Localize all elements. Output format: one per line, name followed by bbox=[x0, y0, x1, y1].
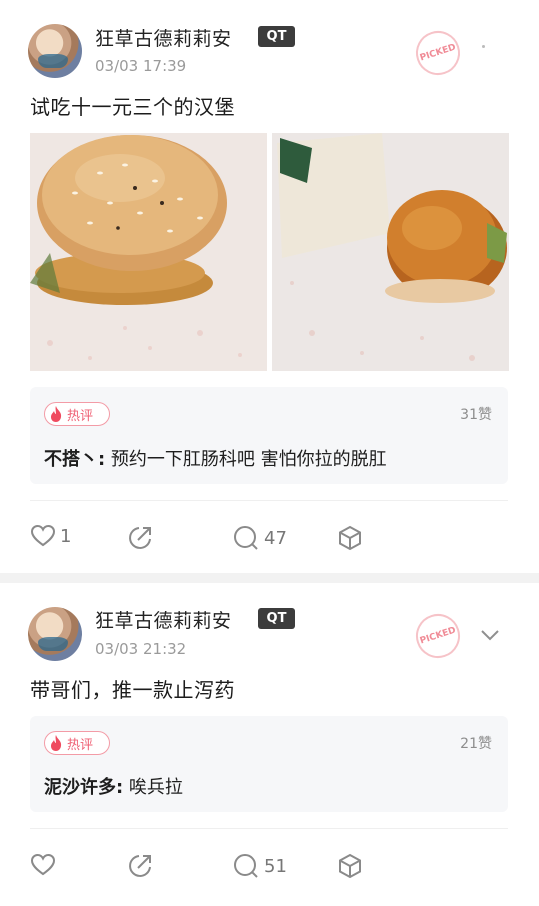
picked-stamp: PICKED bbox=[410, 608, 466, 664]
like-button[interactable]: 1 bbox=[30, 524, 71, 548]
qt-badge: QT bbox=[258, 608, 295, 629]
hot-comment-tag: 热评 bbox=[44, 731, 110, 755]
hot-comment-tag-label: 热评 bbox=[67, 737, 94, 753]
opened-burger-illustration bbox=[272, 133, 509, 371]
opened-burger-photo[interactable] bbox=[272, 133, 509, 371]
post-card: 狂草古德莉莉安 QT 03/03 17:39 PICKED 试吃十一元三个的汉堡 bbox=[0, 0, 539, 573]
hot-comment-box[interactable]: 热评 21赞 泥沙许多: 唉兵拉 bbox=[30, 716, 508, 812]
post-text: 试吃十一元三个的汉堡 bbox=[30, 95, 235, 119]
post-time: 03/03 21:32 bbox=[95, 640, 187, 658]
divider bbox=[30, 828, 508, 829]
share-button[interactable] bbox=[126, 524, 154, 552]
hot-comment-tag: 热评 bbox=[44, 402, 110, 426]
post-time: 03/03 17:39 bbox=[95, 57, 187, 75]
avatar[interactable] bbox=[28, 607, 82, 661]
flame-icon bbox=[51, 735, 62, 751]
picked-stamp: PICKED bbox=[410, 25, 466, 81]
hot-comment-box[interactable]: 热评 31赞 不搭丶: 预约一下肛肠科吧 害怕你拉的脱肛 bbox=[30, 387, 508, 484]
divider bbox=[30, 500, 508, 501]
share-icon bbox=[129, 855, 151, 877]
hot-comment-text: 泥沙许多: 唉兵拉 bbox=[44, 773, 183, 799]
like-button[interactable] bbox=[30, 853, 60, 877]
post-text: 带哥们，推一款止泻药 bbox=[30, 678, 235, 702]
like-count: 1 bbox=[60, 525, 72, 547]
burger-photo[interactable] bbox=[30, 133, 267, 371]
hot-comment-likes[interactable]: 31赞 bbox=[460, 404, 492, 424]
hot-comment-body: 唉兵拉 bbox=[123, 777, 183, 798]
post-card: 狂草古德莉莉安 QT 03/03 21:32 PICKED 带哥们，推一款止泻药… bbox=[0, 583, 539, 906]
heart-icon bbox=[30, 853, 56, 876]
username[interactable]: 狂草古德莉莉安 bbox=[95, 606, 232, 633]
flame-icon bbox=[51, 406, 62, 422]
share-button[interactable] bbox=[126, 852, 154, 880]
hot-comment-likes[interactable]: 21赞 bbox=[460, 733, 492, 753]
more-menu-icon[interactable] bbox=[482, 45, 485, 48]
more-action-button[interactable] bbox=[336, 852, 364, 880]
post-separator bbox=[0, 573, 539, 583]
hot-comment-text: 不搭丶: 预约一下肛肠科吧 害怕你拉的脱肛 bbox=[44, 445, 387, 471]
qt-badge: QT bbox=[258, 26, 295, 47]
hot-comment-tag-label: 热评 bbox=[67, 408, 94, 424]
comment-count: 51 bbox=[264, 855, 287, 877]
comment-icon bbox=[234, 526, 258, 550]
chevron-down-icon[interactable] bbox=[480, 628, 500, 642]
cube-icon bbox=[339, 525, 361, 551]
comment-button[interactable]: 47 bbox=[232, 524, 287, 552]
heart-icon bbox=[30, 524, 56, 547]
username[interactable]: 狂草古德莉莉安 bbox=[95, 24, 232, 51]
comment-count: 47 bbox=[264, 527, 287, 549]
hot-comment-author[interactable]: 泥沙许多: bbox=[44, 777, 123, 798]
share-icon bbox=[129, 527, 151, 549]
comment-icon bbox=[234, 854, 258, 878]
comment-button[interactable]: 51 bbox=[232, 852, 287, 880]
avatar[interactable] bbox=[28, 24, 82, 78]
cube-icon bbox=[339, 853, 361, 879]
hot-comment-body: 预约一下肛肠科吧 害怕你拉的脱肛 bbox=[105, 449, 387, 470]
burger-illustration bbox=[30, 133, 267, 371]
hot-comment-author[interactable]: 不搭丶: bbox=[44, 449, 105, 470]
more-action-button[interactable] bbox=[336, 524, 364, 552]
